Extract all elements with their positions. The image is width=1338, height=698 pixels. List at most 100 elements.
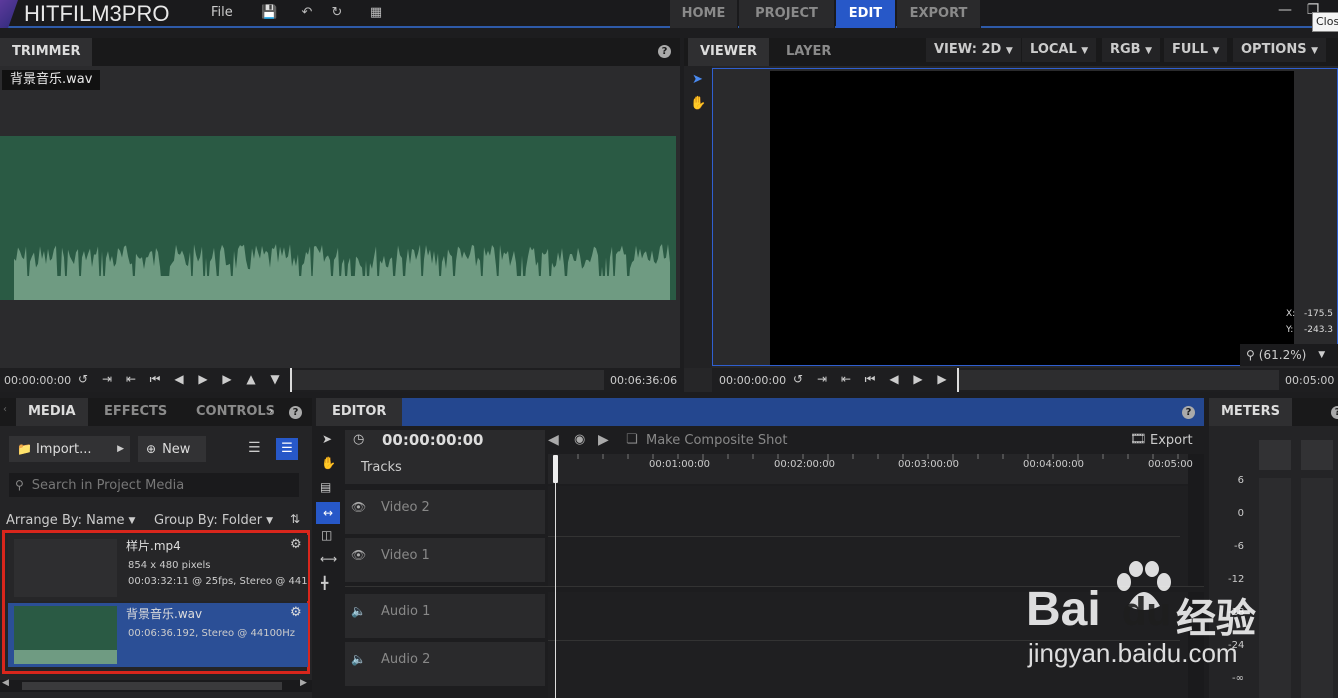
mark-in-icon[interactable]: ▲: [240, 372, 262, 386]
speaker-icon[interactable]: 🔈: [351, 652, 366, 666]
tab-project[interactable]: PROJECT: [739, 0, 835, 28]
minimize-icon[interactable]: —: [1275, 2, 1295, 22]
tab-media[interactable]: MEDIA: [16, 398, 88, 426]
timeline-ruler[interactable]: [548, 454, 1188, 484]
import-label: Import...: [35, 441, 92, 457]
next-marker-icon[interactable]: ▶: [598, 432, 609, 448]
gear-icon[interactable]: ⚙: [290, 605, 302, 620]
viewer-insert-icon[interactable]: ⇥: [811, 372, 833, 386]
viewer-loop-icon[interactable]: ↺: [787, 372, 809, 386]
track-line: [548, 536, 1180, 537]
overlay-icon[interactable]: ⇤: [120, 372, 142, 386]
mark-out-icon[interactable]: ▼: [264, 372, 286, 386]
tab-meters[interactable]: METERS: [1209, 398, 1292, 426]
save-icon[interactable]: 💾: [261, 5, 277, 21]
trimmer-scrub-bar[interactable]: [292, 370, 604, 390]
arrange-by-dropdown[interactable]: Arrange By: Name ▼: [6, 513, 135, 528]
tab-viewer[interactable]: VIEWER: [688, 38, 770, 66]
import-button[interactable]: 📁 Import... ▶: [9, 436, 130, 462]
hand-tool-icon[interactable]: ✋: [690, 96, 706, 111]
meter-scale-label: 6: [1237, 475, 1244, 486]
go-start-icon[interactable]: ⏮: [144, 372, 166, 387]
viewer-step-back-icon[interactable]: ◀: [883, 372, 905, 386]
sort-icon[interactable]: ⇅: [290, 512, 300, 526]
slice-tool-icon[interactable]: ▤: [320, 480, 331, 494]
zoom-control[interactable]: ⚲ (61.2%) ▼: [1240, 344, 1338, 366]
track-video-1[interactable]: 👁 Video 1: [345, 538, 545, 584]
options-dropdown[interactable]: OPTIONS ▼: [1233, 38, 1327, 62]
redo-icon[interactable]: ↻: [329, 5, 345, 21]
tab-trimmer[interactable]: TRIMMER: [0, 38, 93, 66]
play-icon[interactable]: ▶: [216, 372, 238, 386]
tab-edit[interactable]: EDIT: [836, 0, 896, 28]
hand-tool-icon[interactable]: ✋: [321, 456, 336, 470]
track-audio-2[interactable]: 🔈 Audio 2: [345, 642, 545, 688]
scroll-left-icon[interactable]: ◀: [2, 678, 9, 688]
meter-scale-label: -∞: [1232, 673, 1244, 684]
view-mode-dropdown[interactable]: VIEW: 2D ▼: [926, 38, 1021, 62]
step-back-icon[interactable]: ◀: [168, 372, 190, 386]
viewer-play-icon[interactable]: ▶: [931, 372, 953, 386]
editor-timecode[interactable]: 00:00:00:00: [382, 431, 484, 449]
tab-effects[interactable]: EFFECTS: [92, 398, 179, 426]
roll-tool-icon[interactable]: ╋: [321, 576, 328, 590]
step-forward-icon[interactable]: ▶: [192, 372, 214, 386]
select-tool-icon[interactable]: ➤: [322, 432, 332, 446]
viewer-canvas[interactable]: [712, 68, 1338, 366]
menu-file[interactable]: File: [211, 5, 233, 20]
media-item-duration: 00:03:32:11 @ 25fps, Stereo @ 44100: [128, 576, 308, 587]
insert-icon[interactable]: ⇥: [96, 372, 118, 386]
search-input[interactable]: ⚲ Search in Project Media: [9, 473, 299, 497]
space-dropdown[interactable]: LOCAL ▼: [1022, 38, 1097, 62]
viewer-panel: VIEWER LAYER ➤ ✋ X: -175.5 Y: -243.3 ⚲ (…: [684, 38, 1338, 392]
gear-icon[interactable]: ⚙: [290, 537, 302, 552]
new-button[interactable]: ⊕ New: [138, 436, 206, 462]
track-audio-1[interactable]: 🔈 Audio 1: [345, 594, 545, 640]
editor-playhead-handle[interactable]: [553, 455, 558, 483]
meters-help-icon[interactable]: ?: [1331, 406, 1338, 419]
list-view-icon[interactable]: ☰: [248, 440, 261, 456]
tab-home[interactable]: HOME: [670, 0, 738, 28]
tab-editor[interactable]: EDITOR: [316, 398, 403, 426]
viewer-scrub-bar[interactable]: [959, 370, 1279, 390]
timeline-area[interactable]: [548, 486, 1188, 698]
viewer-overlay-icon[interactable]: ⇤: [835, 372, 857, 386]
audio-waveform[interactable]: [0, 136, 676, 300]
vertical-scrollbar[interactable]: [1188, 454, 1204, 698]
media-item-video[interactable]: 样片.mp4 854 x 480 pixels 00:03:32:11 @ 25…: [8, 535, 308, 601]
track-video-2[interactable]: 👁 Video 2: [345, 490, 545, 536]
resolution-dropdown[interactable]: FULL ▼: [1164, 38, 1228, 62]
viewer-step-forward-icon[interactable]: ▶: [907, 372, 929, 386]
help-icon[interactable]: ?: [658, 45, 671, 58]
ripple-tool-icon[interactable]: ◫: [321, 528, 332, 542]
grid-icon[interactable]: ▦: [368, 5, 384, 21]
scroll-right-icon[interactable]: ▶: [300, 678, 307, 688]
horizontal-scrollbar[interactable]: ◀ ▶: [0, 678, 312, 692]
meter-scale-label: -12: [1228, 574, 1245, 585]
rate-stretch-icon[interactable]: ⟷: [320, 552, 337, 566]
detail-view-icon[interactable]: ☰: [276, 438, 298, 460]
marker-icon[interactable]: ◉: [574, 432, 585, 447]
speaker-icon[interactable]: 🔈: [351, 604, 366, 618]
prev-marker-icon[interactable]: ◀: [548, 432, 559, 448]
media-help-icon[interactable]: ?: [289, 406, 302, 419]
eye-icon[interactable]: 👁: [351, 548, 366, 562]
export-button[interactable]: Export: [1150, 433, 1193, 448]
select-tool-icon[interactable]: ➤: [692, 72, 703, 87]
eye-icon[interactable]: 👁: [351, 500, 366, 514]
scroll-right-icon[interactable]: ›: [269, 404, 273, 417]
loop-icon[interactable]: ↺: [72, 372, 94, 386]
scroll-left-icon[interactable]: ‹: [3, 404, 7, 415]
make-composite-button[interactable]: Make Composite Shot: [646, 433, 787, 448]
viewer-go-start-icon[interactable]: ⏮: [859, 372, 881, 387]
editor-help-icon[interactable]: ?: [1182, 406, 1195, 419]
group-by-dropdown[interactable]: Group By: Folder ▼: [154, 513, 273, 528]
track-divider[interactable]: [345, 586, 1204, 592]
scrollbar-thumb[interactable]: [22, 682, 282, 690]
media-item-audio[interactable]: 背景音乐.wav 00:06:36.192, Stereo @ 44100Hz …: [8, 603, 308, 667]
undo-icon[interactable]: ↶: [299, 5, 315, 21]
tab-layer[interactable]: LAYER: [774, 38, 843, 66]
channel-dropdown[interactable]: RGB ▼: [1102, 38, 1161, 62]
tab-export[interactable]: EXPORT: [897, 0, 981, 28]
slip-tool-icon[interactable]: ↔: [316, 502, 340, 524]
